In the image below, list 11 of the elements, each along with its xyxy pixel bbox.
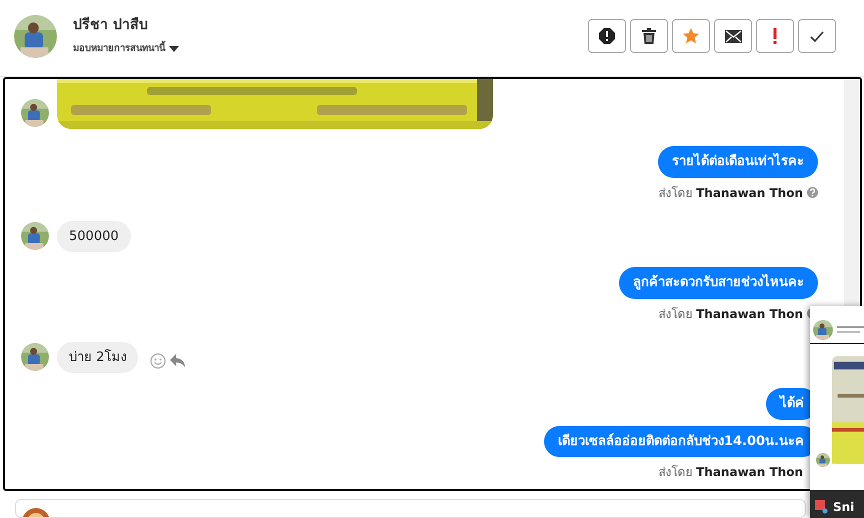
assign-link[interactable]: มอบหมายการสนทนานี้ [73, 42, 165, 56]
sender-label: ส่งโดย Thanawan Thon [658, 306, 803, 322]
app-label: Sni [833, 499, 854, 516]
message-bubble: 500000 [57, 220, 131, 252]
window-preview-tooltip[interactable]: Sni [810, 306, 864, 518]
message-bubble: รายได้ต่อเดือนเท่าไรคะ [658, 146, 818, 178]
message-bubble: ลูกค้าสะดวกรับสายช่วงไหนคะ [619, 267, 818, 298]
sender-label: ส่งโดย Thanawan Thon [658, 464, 803, 481]
message-bubble: บ่าย 2โมง [57, 342, 138, 373]
sender-label: ส่งโดย Thanawan Thon [658, 184, 803, 202]
contact-name: ปรีชา ปาสืบ [73, 16, 149, 35]
